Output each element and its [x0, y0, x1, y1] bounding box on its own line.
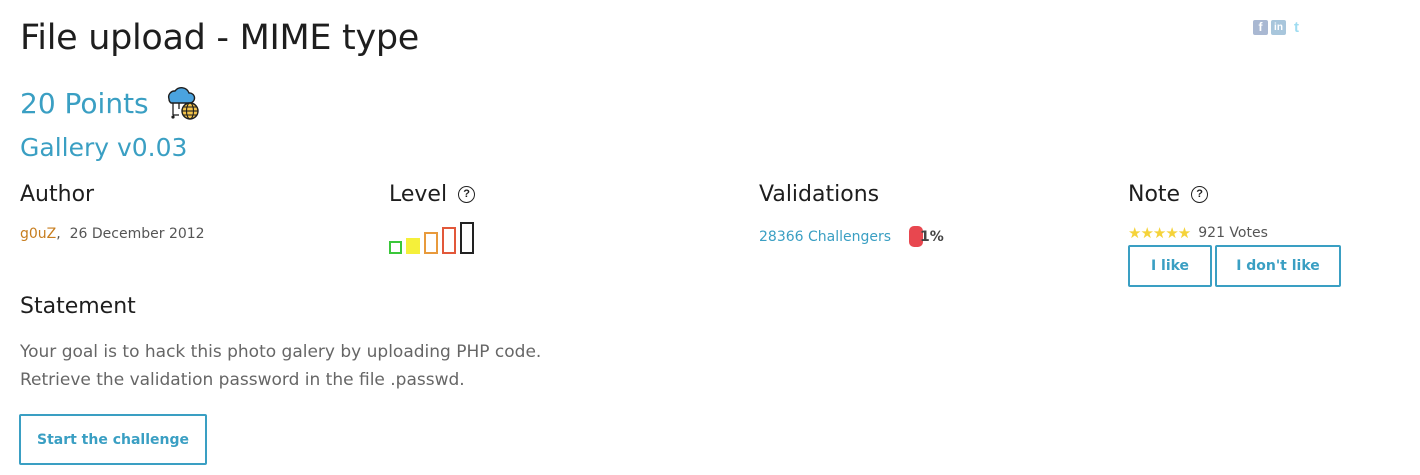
- validations-line: 28366 Challengers 1%: [759, 226, 944, 247]
- validations-heading: Validations: [759, 182, 880, 207]
- validation-rate: 1%: [920, 228, 944, 245]
- publish-date: 26 December 2012: [69, 226, 205, 242]
- level-bar-2: [406, 238, 420, 254]
- challenge-subtitle: Gallery v0.03: [20, 133, 188, 162]
- statement-line: Your goal is to hack this photo galery b…: [20, 342, 542, 362]
- level-bar-1: [389, 241, 402, 254]
- points-row: 20 Points: [20, 83, 203, 123]
- author-line: g0uZ, 26 December 2012: [20, 226, 205, 242]
- level-bar-4: [442, 227, 456, 254]
- level-bar-5: [460, 222, 474, 254]
- linkedin-icon[interactable]: in: [1271, 20, 1286, 35]
- author-section: Author: [20, 182, 94, 207]
- difficulty-bars: [389, 222, 474, 254]
- note-heading: Note: [1128, 182, 1181, 207]
- author-heading: Author: [20, 182, 95, 207]
- dislike-button[interactable]: I don't like: [1215, 245, 1341, 287]
- challengers-link[interactable]: 28366 Challengers: [759, 229, 891, 245]
- statement-text: Your goal is to hack this photo galery b…: [20, 338, 541, 394]
- level-bar-3: [424, 232, 438, 254]
- author-separator: ,: [56, 226, 61, 242]
- points-value: 20 Points: [20, 86, 149, 120]
- level-section: Level?: [389, 182, 476, 207]
- social-share-bar: f in t: [1253, 20, 1304, 35]
- validations-section: Validations: [759, 182, 879, 207]
- level-heading: Level: [389, 182, 448, 207]
- statement-heading: Statement: [20, 294, 136, 319]
- start-challenge-button[interactable]: Start the challenge: [19, 414, 207, 465]
- twitter-icon[interactable]: t: [1289, 20, 1304, 35]
- facebook-icon[interactable]: f: [1253, 20, 1268, 35]
- like-button[interactable]: I like: [1128, 245, 1212, 287]
- help-icon[interactable]: ?: [1191, 186, 1209, 203]
- page-title: File upload - MIME type: [20, 18, 420, 58]
- help-icon[interactable]: ?: [458, 186, 476, 203]
- rating-row: ★★★★★ 921 Votes: [1128, 224, 1268, 242]
- note-section: Note?: [1128, 182, 1209, 207]
- cloud-globe-network-icon: [167, 87, 199, 120]
- vote-count: 921 Votes: [1198, 225, 1268, 241]
- statement-line: Retrieve the validation password in the …: [20, 370, 465, 390]
- author-link[interactable]: g0uZ: [20, 226, 56, 242]
- star-rating-icon: ★★★★★: [1128, 224, 1191, 242]
